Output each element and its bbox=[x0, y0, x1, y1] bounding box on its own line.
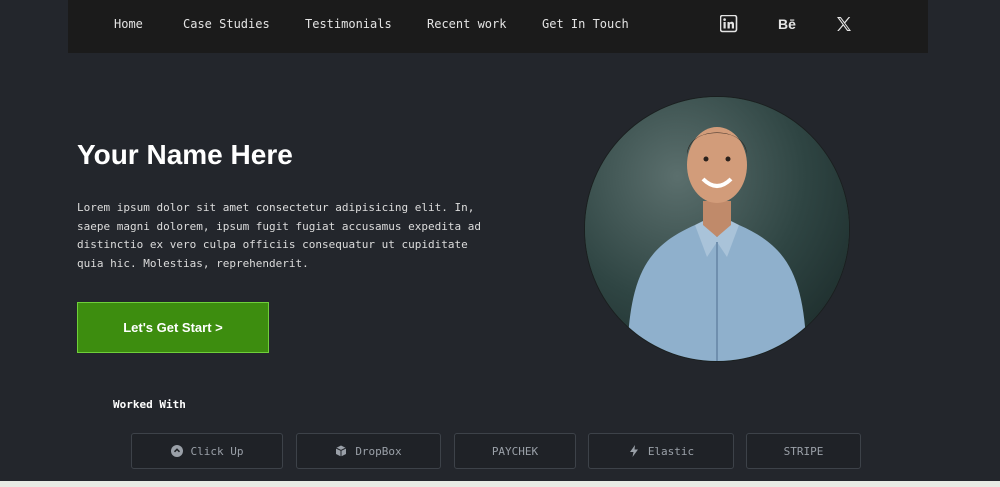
nav-get-in-touch[interactable]: Get In Touch bbox=[542, 17, 629, 31]
bottom-strip bbox=[0, 481, 1000, 487]
brand-label: DropBox bbox=[355, 444, 402, 458]
behance-icon[interactable]: Bē bbox=[778, 15, 796, 33]
linkedin-icon[interactable] bbox=[720, 15, 738, 33]
nav-case-studies[interactable]: Case Studies bbox=[183, 17, 270, 31]
bolt-icon bbox=[628, 445, 640, 457]
brand-label: Elastic bbox=[647, 444, 695, 458]
nav-home[interactable]: Home bbox=[114, 17, 143, 31]
brand-label: PAYCHEK bbox=[491, 444, 539, 458]
brand-label: STRIPE bbox=[783, 444, 824, 458]
brand-elastic[interactable]: Elastic bbox=[588, 433, 734, 469]
brand-clickup[interactable]: Click Up bbox=[131, 433, 283, 469]
dropbox-icon bbox=[335, 445, 347, 457]
top-navbar: Home Case Studies Testimonials Recent wo… bbox=[68, 0, 928, 53]
nav-testimonials[interactable]: Testimonials bbox=[305, 17, 392, 31]
hero-title: Your Name Here bbox=[77, 139, 293, 170]
nav-recent-work[interactable]: Recent work bbox=[427, 17, 506, 31]
hero-description: Lorem ipsum dolor sit amet consectetur a… bbox=[77, 201, 481, 270]
clickup-icon bbox=[170, 445, 183, 457]
brand-dropbox[interactable]: DropBox bbox=[296, 433, 441, 469]
brand-label: Click Up bbox=[190, 444, 244, 458]
brand-stripe[interactable]: STRIPE bbox=[746, 433, 861, 469]
profile-photo bbox=[584, 96, 850, 362]
x-icon[interactable] bbox=[835, 15, 853, 33]
worked-with-heading: Worked With bbox=[113, 398, 186, 411]
get-started-button[interactable]: Let's Get Start > bbox=[77, 302, 269, 353]
brand-paychek[interactable]: PAYCHEK bbox=[454, 433, 576, 469]
